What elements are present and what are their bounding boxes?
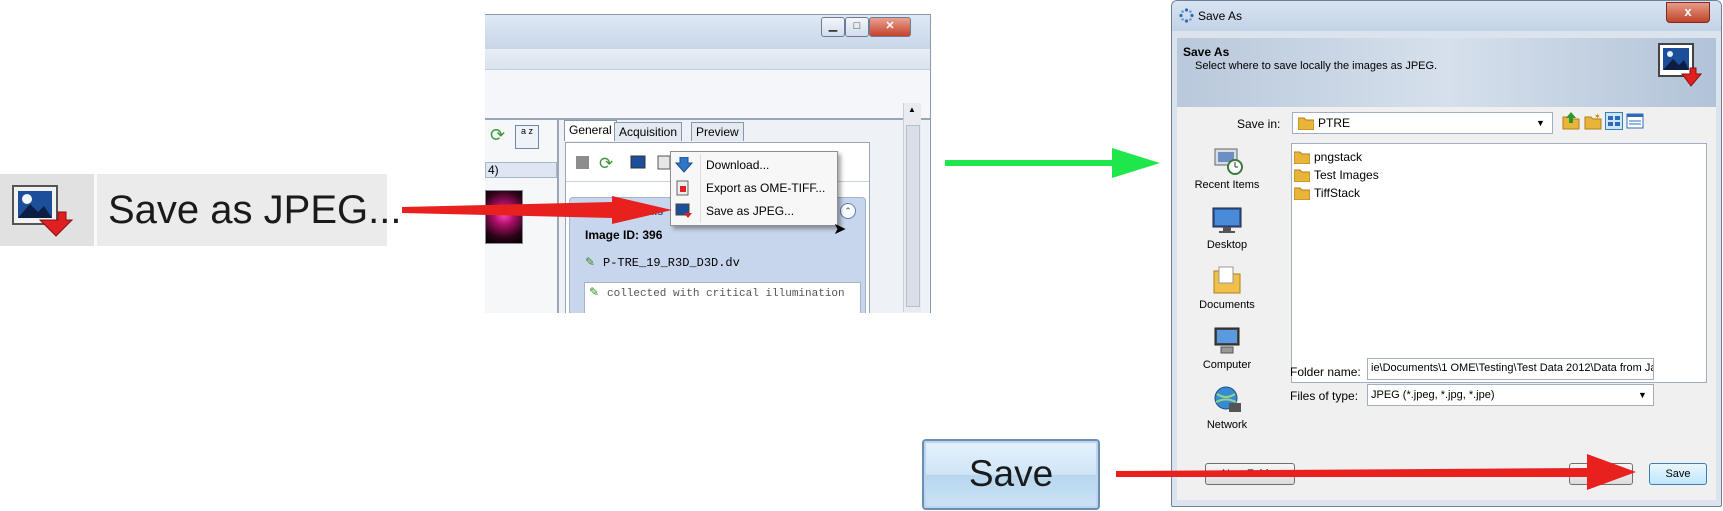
list-view-icon[interactable]	[1605, 112, 1623, 130]
description-text: collected with critical illumination	[607, 288, 845, 300]
dialog-title: Save As	[1198, 9, 1243, 23]
zoom-save-button: Save	[922, 439, 1100, 510]
window-titlebar: ▁ □ ✕	[485, 15, 930, 49]
menu-item-export-ome-tiff[interactable]: Export as OME-TIFF...	[671, 177, 837, 199]
dialog-banner: Save As Select where to save locally the…	[1177, 38, 1716, 107]
image-id-label: Image ID: 396	[585, 228, 663, 242]
context-menu: Download... Export as OME-TIFF... Save a…	[670, 151, 838, 226]
chevron-down-icon[interactable]: ▼	[1638, 390, 1647, 400]
save-in-label: Save in:	[1237, 117, 1281, 131]
close-button[interactable]: ✕	[869, 17, 911, 37]
place-computer[interactable]: Computer	[1177, 325, 1277, 380]
app-icon	[1179, 8, 1194, 28]
banner-subtitle: Select where to save locally the images …	[1195, 60, 1438, 72]
zoom-save-label: Save	[968, 453, 1054, 494]
save-in-dropdown[interactable]: PTRE ▼	[1292, 112, 1553, 134]
computer-icon	[1211, 325, 1243, 355]
navigation-toolbar: ✶	[1562, 112, 1677, 132]
file-name: P-TRE_19_R3D_D3D.dv	[603, 256, 740, 270]
menu-item-label: Download...	[706, 158, 770, 172]
panel-header: 4)	[485, 162, 557, 178]
menu-item-save-as-jpeg[interactable]: Save as JPEG...	[671, 200, 837, 222]
green-arrow-to-dialog	[945, 148, 1160, 178]
edit-pencil-icon[interactable]: ✎	[585, 255, 595, 269]
svg-text:✶: ✶	[1594, 112, 1601, 121]
new-folder-icon[interactable]: ✶	[1584, 112, 1602, 135]
folder-name-value: ie\Documents\1 OME\Testing\Test Data 201…	[1371, 362, 1654, 374]
file-name: TiffStack	[1314, 186, 1361, 200]
place-desktop[interactable]: Desktop	[1177, 205, 1277, 260]
folder-name-label: Folder name:	[1290, 365, 1361, 379]
tab-acquisition[interactable]: Acquisition	[614, 122, 683, 141]
menu-item-label: Export as OME-TIFF...	[706, 181, 826, 195]
files-of-type-value: JPEG (*.jpeg, *.jpg, *.jpe)	[1371, 389, 1495, 401]
files-of-type-label: Files of type:	[1290, 389, 1359, 403]
recent-items-icon	[1211, 145, 1243, 175]
maximize-button[interactable]: □	[845, 17, 869, 37]
cancel-button[interactable]	[1569, 463, 1633, 485]
up-folder-icon[interactable]	[1562, 112, 1580, 135]
tab-preview[interactable]: Preview	[691, 122, 744, 141]
save-jpeg-icon	[1658, 43, 1703, 87]
dialog-titlebar: Save As x	[1172, 1, 1721, 31]
save-in-value: PTRE	[1318, 116, 1351, 130]
place-label: Desktop	[1206, 239, 1248, 251]
place-recent-items[interactable]: Recent Items	[1177, 145, 1277, 200]
image-thumbnail[interactable]	[485, 190, 523, 244]
chevron-down-icon[interactable]: ▼	[1536, 118, 1545, 128]
place-label: Network	[1206, 419, 1248, 431]
menu-item-download[interactable]: Download...	[671, 154, 837, 176]
edit-pencil-icon[interactable]: ✎	[589, 285, 599, 299]
scrollbar[interactable]: ▲	[903, 103, 921, 312]
menu-item-label: Save as JPEG...	[706, 204, 795, 218]
details-title: Image's details	[585, 206, 664, 218]
documents-icon	[1211, 265, 1243, 295]
folder-icon	[1293, 150, 1311, 169]
mouse-cursor-icon: ➤	[833, 221, 847, 238]
folder-icon	[1293, 168, 1311, 187]
desktop-icon	[1211, 205, 1243, 235]
network-icon	[1211, 385, 1243, 415]
scroll-up-icon[interactable]: ▲	[908, 105, 916, 114]
close-button[interactable]: x	[1666, 2, 1710, 23]
details-view-icon[interactable]	[1626, 112, 1644, 135]
dialog-body: Save in: PTRE ▼ ✶ Recent Items Desktop D…	[1177, 107, 1716, 500]
tab-general[interactable]: General	[564, 120, 617, 141]
refresh-icon[interactable]: ⟳	[490, 125, 505, 146]
place-label: Documents	[1199, 299, 1255, 311]
folder-name-input[interactable]: ie\Documents\1 OME\Testing\Test Data 201…	[1367, 358, 1654, 380]
file-name: Test Images	[1314, 168, 1379, 182]
toolbar	[485, 49, 930, 70]
zoom-save-as-jpeg-label: Save as JPEG...	[108, 188, 402, 232]
files-of-type-dropdown[interactable]: JPEG (*.jpeg, *.jpg, *.jpe) ▼	[1367, 384, 1654, 406]
sort-button[interactable]: a z	[515, 125, 539, 149]
places-bar: Recent Items Desktop Documents Computer	[1177, 145, 1277, 431]
place-documents[interactable]: Documents	[1177, 265, 1277, 320]
save-jpeg-icon	[0, 174, 94, 246]
menu-area	[485, 70, 930, 120]
folder-icon	[1293, 186, 1311, 205]
file-name: pngstack	[1314, 150, 1363, 164]
new-folder-button[interactable]: New Folder	[1205, 463, 1295, 485]
svg-text:⟳: ⟳	[599, 154, 613, 173]
download-icon	[674, 156, 694, 173]
place-network[interactable]: Network	[1177, 385, 1277, 440]
zoom-callout-save-as-jpeg: Save as JPEG...	[0, 174, 401, 246]
scroll-thumb[interactable]	[906, 125, 920, 307]
export-icon	[675, 180, 693, 196]
divider	[94, 174, 97, 246]
save-as-dialog: Save As x Save As Select where to save l…	[1171, 0, 1722, 507]
minimize-button[interactable]: ▁	[821, 17, 845, 37]
folder-icon	[1297, 116, 1315, 135]
file-list[interactable]: pngstack Test Images TiffStack	[1291, 143, 1707, 383]
place-label: Computer	[1202, 359, 1252, 371]
save-jpeg-icon	[675, 203, 693, 219]
save-button[interactable]: Save	[1649, 463, 1707, 485]
collapse-icon[interactable]: ⌃	[840, 203, 856, 219]
browser-panel: ⟳ a z 4)	[485, 120, 559, 313]
place-label: Recent Items	[1194, 179, 1260, 191]
description-box[interactable]: ✎ collected with critical illumination	[584, 282, 861, 313]
banner-title: Save As	[1183, 45, 1230, 59]
